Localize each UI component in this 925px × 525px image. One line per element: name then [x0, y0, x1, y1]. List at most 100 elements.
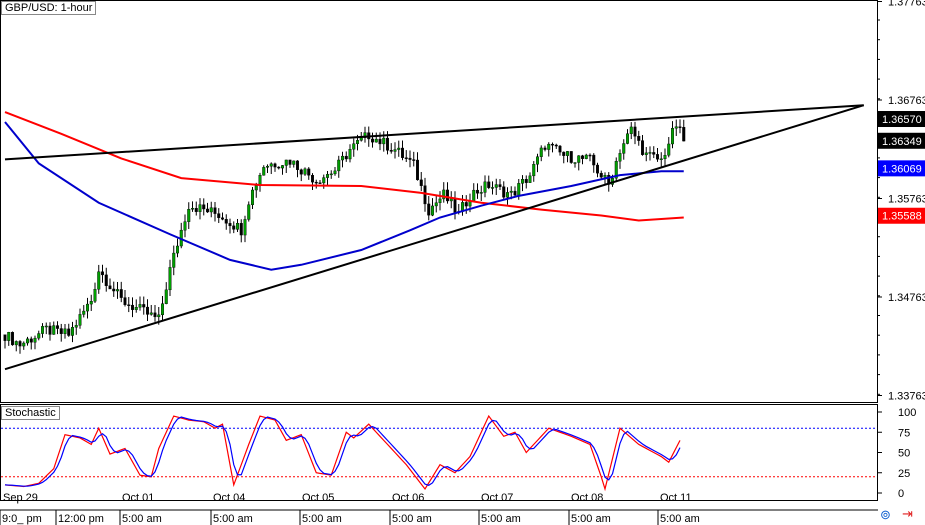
candle-body [183, 221, 187, 231]
candle-body [397, 147, 401, 150]
candle-body [476, 189, 480, 194]
candle-body [314, 181, 318, 184]
moving-average-slow [4, 111, 684, 222]
candle-body [513, 190, 517, 196]
trendline-support [4, 104, 865, 371]
price-label: 1.36570 [882, 114, 922, 126]
date-label: Oct 06 [392, 492, 424, 504]
stoch-tick-label: 0 [898, 488, 904, 500]
candle-body [100, 271, 104, 276]
candle-body [532, 164, 536, 177]
candle-body [337, 159, 341, 172]
candle-body [78, 314, 82, 326]
candle-body [168, 267, 172, 291]
candle-body [528, 175, 532, 183]
candle-body [569, 151, 573, 163]
candle-body [671, 127, 675, 145]
candle-body [288, 159, 292, 165]
link-icon[interactable]: ⊚ [880, 507, 891, 523]
candle-body [431, 205, 435, 216]
stoch-tick-label: 25 [898, 468, 910, 480]
candle-body [554, 144, 558, 147]
candle-body [562, 151, 566, 156]
candle-body [502, 186, 506, 198]
candle-body [224, 219, 228, 224]
candle-body [303, 168, 307, 175]
candle-body [423, 185, 427, 205]
candle-body [641, 140, 645, 155]
candle-body [266, 165, 270, 168]
candle-body [48, 325, 52, 335]
price-tick-label: 1.33763 [888, 391, 925, 403]
candle-body [378, 138, 382, 145]
candle-body [93, 289, 97, 302]
candle-body [359, 137, 363, 141]
candle-body [464, 202, 468, 207]
candle-body [70, 327, 74, 336]
time-label: 5:00 am [660, 513, 700, 525]
trendline-resistance [4, 104, 864, 161]
candle-body [299, 169, 303, 175]
candle-body [138, 304, 142, 308]
candle-body [374, 138, 378, 143]
candle-body [14, 341, 18, 346]
candle-body [524, 178, 528, 183]
candle-body [254, 185, 258, 191]
stoch-d-line [4, 416, 681, 487]
candle-body [157, 314, 161, 318]
candle-body [220, 217, 224, 220]
candle-body [551, 143, 555, 146]
chart-canvas[interactable]: 1.37763 1.36763 1.35763 1.34763 1.33763 1.365… [0, 0, 925, 525]
candle-body [7, 332, 11, 341]
time-label: 5:00 am [213, 513, 253, 525]
candle-body [164, 289, 168, 304]
candle-body [618, 153, 622, 162]
candle-body [29, 338, 33, 343]
candle-body [539, 147, 543, 157]
candle-body [59, 328, 63, 334]
candle-body [352, 143, 356, 150]
stoch-tick-label: 75 [898, 427, 910, 439]
chart-title: GBP/USD: 1-hour [1, 1, 97, 15]
candle-body [472, 189, 476, 201]
candle-body [333, 170, 337, 175]
candle-body [239, 222, 243, 236]
candle-body [449, 198, 453, 202]
price-label: 1.36349 [882, 136, 922, 148]
candle-body [104, 274, 108, 287]
candle-body [318, 182, 322, 184]
candle-body [3, 334, 7, 341]
candle-body [659, 158, 663, 161]
scroll-to-end-icon[interactable]: ⇥ [902, 506, 913, 522]
candle-body [217, 213, 221, 219]
candle-body [674, 126, 678, 129]
candle-body [434, 202, 438, 207]
candle-body [33, 337, 37, 343]
time-label: 5:00 am [122, 513, 162, 525]
candle-body [393, 149, 397, 152]
candle-body [284, 159, 288, 166]
candle-body [667, 143, 671, 156]
candle-body [543, 147, 547, 150]
candle-body [341, 155, 345, 161]
candle-body [134, 307, 138, 310]
date-label: Oct 08 [571, 492, 603, 504]
candle-body [348, 148, 352, 160]
candle-body [153, 312, 157, 318]
moving-average-fast [4, 121, 684, 271]
candle-body [678, 126, 682, 128]
candle-body [277, 166, 281, 169]
candle-body [172, 252, 176, 268]
candle-body [127, 304, 131, 306]
candle-body [235, 222, 239, 230]
price-label: 1.36069 [882, 163, 922, 175]
candle-body [479, 192, 483, 194]
candle-body [427, 203, 431, 216]
candle-body [637, 136, 641, 141]
stochastic-plot-frame [0, 404, 878, 501]
candle-body [262, 167, 266, 176]
candle-body [296, 160, 300, 170]
candle-body [498, 184, 502, 187]
candle-body [74, 325, 78, 328]
candle-body [487, 181, 491, 188]
